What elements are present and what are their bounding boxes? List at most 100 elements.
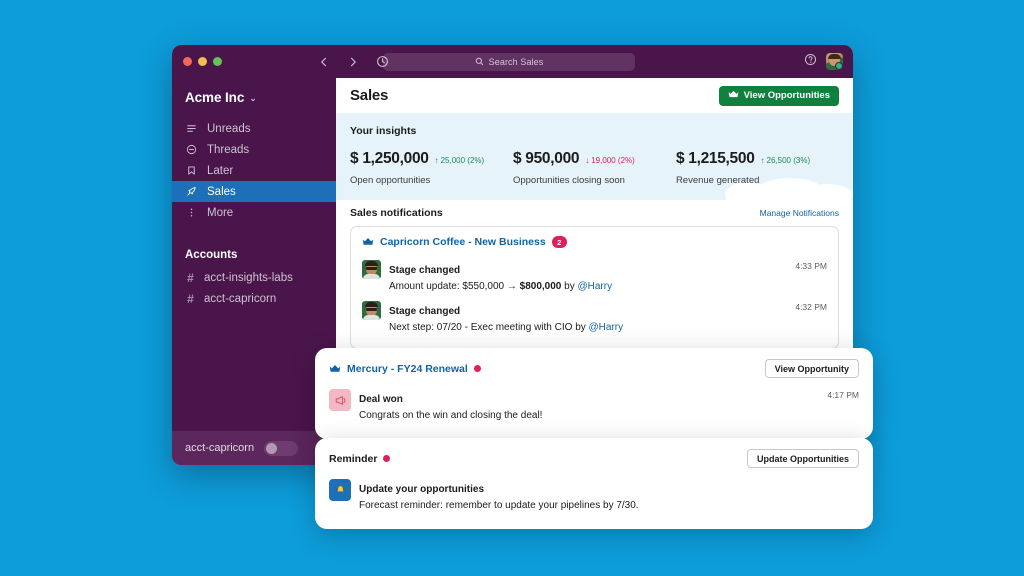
sidebar-item-sales[interactable]: Sales <box>172 181 336 202</box>
hash-icon: # <box>187 291 194 306</box>
metric-delta-value: 19,000 (2%) <box>591 156 635 165</box>
status-dot <box>473 365 481 372</box>
notifications-header: Sales notifications Manage Notifications <box>336 200 853 226</box>
floating-card-mercury: Mercury - FY24 Renewal View Opportunity … <box>315 348 873 439</box>
sidebar-item-label: Later <box>207 164 234 177</box>
metric-delta: ↑ 25,000 (2%) <box>435 156 485 165</box>
insights-panel: Your insights $ 1,250,000 ↑ 25,000 (2%) … <box>336 113 853 200</box>
bell-icon <box>329 479 351 501</box>
floating-card-title: Reminder <box>329 452 378 465</box>
account-label: acct-insights-labs <box>204 271 293 284</box>
metric-amount: $ 1,215,500 <box>675 150 755 167</box>
floating-card-row-title: Deal won <box>359 394 403 405</box>
sidebar-item-more[interactable]: More <box>172 202 336 223</box>
workspace-name: Acme Inc <box>185 89 245 105</box>
metric-label: Revenue generated <box>675 175 760 186</box>
sidebar-item-label: Threads <box>207 143 250 156</box>
sidebar: Acme Inc ⌄ Unreads Threads Later Sales M… <box>172 78 336 465</box>
sidebar-item-label: Unreads <box>207 122 251 135</box>
view-opportunity-button[interactable]: View Opportunity <box>764 359 859 378</box>
sidebar-nav: Unreads Threads Later Sales More <box>172 118 336 223</box>
crown-icon <box>728 90 739 102</box>
sidebar-item-acct-capricorn[interactable]: # acct-capricorn <box>172 288 336 309</box>
metric-amount: $ 1,250,000 <box>350 150 429 167</box>
sidebar-footer-toggle[interactable] <box>264 440 299 456</box>
floating-card-row[interactable]: Deal won Congrats on the win and closing… <box>329 385 859 426</box>
metric-amount: $ 950,000 <box>512 150 580 167</box>
sidebar-item-later[interactable]: Later <box>172 160 336 181</box>
sidebar-item-threads[interactable]: Threads <box>172 139 336 160</box>
floating-card-row-time: 4:17 PM <box>827 390 859 400</box>
sidebar-item-unreads[interactable]: Unreads <box>172 118 336 139</box>
floating-card-header: Reminder Update Opportunities <box>329 449 859 468</box>
workspace-switcher[interactable]: Acme Inc ⌄ <box>172 78 336 116</box>
metric-delta: ↓ 19,000 (2%) <box>585 156 635 165</box>
megaphone-icon <box>329 389 351 411</box>
notification-row-title: Stage changed <box>389 306 461 317</box>
insights-title: Your insights <box>350 125 417 137</box>
notification-card-capricorn: Capricorn Coffee - New Business 2 Stage … <box>350 226 839 349</box>
help-circle-icon[interactable] <box>804 53 817 71</box>
metric-label: Open opportunities <box>350 175 431 186</box>
hash-icon: # <box>187 270 194 285</box>
sidebar-item-label: More <box>207 206 234 219</box>
notification-row-time: 4:33 PM <box>795 261 827 271</box>
navigation-controls <box>318 55 389 68</box>
view-opportunities-label: View Opportunities <box>743 90 830 101</box>
arrow-right-icon[interactable] <box>347 56 359 68</box>
user-mention[interactable]: @Harry <box>578 281 613 292</box>
floating-card-header: Mercury - FY24 Renewal View Opportunity <box>329 359 859 378</box>
status-badge: 2 <box>551 236 567 248</box>
sidebar-item-acct-insights-labs[interactable]: # acct-insights-labs <box>172 267 336 288</box>
arrow-left-icon[interactable] <box>318 56 330 68</box>
metric-delta-value: 25,000 (2%) <box>440 156 485 165</box>
account-label: acct-capricorn <box>204 292 277 305</box>
maximize-window-button[interactable] <box>213 57 222 66</box>
metric-delta: ↑ 26,500 (3%) <box>761 156 811 165</box>
search-input[interactable]: Search Sales <box>383 52 635 71</box>
notification-row-title: Stage changed <box>389 265 461 276</box>
window-titlebar: Search Sales <box>172 45 853 78</box>
insights-metrics: $ 1,250,000 ↑ 25,000 (2%) Open opportuni… <box>350 150 839 186</box>
sidebar-footer-label: acct-capricorn <box>185 442 255 454</box>
manage-notifications-link[interactable]: Manage Notifications <box>760 208 839 218</box>
metric-label: Opportunities closing soon <box>512 175 625 186</box>
page-title: Sales <box>350 87 389 104</box>
traffic-lights <box>172 57 222 66</box>
text-prefix: Amount update: $550,000 → <box>389 281 520 292</box>
rocket-icon <box>185 186 198 197</box>
avatar[interactable] <box>826 53 843 70</box>
crown-icon <box>362 237 374 247</box>
update-opportunities-button[interactable]: Update Opportunities <box>747 449 859 468</box>
text-prefix: Next step: 07/20 - Exec meeting with CIO… <box>389 322 589 333</box>
search-icon <box>475 53 484 71</box>
notifications-title: Sales notifications <box>350 207 443 219</box>
notification-row-text: Next step: 07/20 - Exec meeting with CIO… <box>389 321 787 334</box>
notification-card-title[interactable]: Capricorn Coffee - New Business <box>380 236 546 248</box>
metric-delta-value: 26,500 (3%) <box>766 156 811 165</box>
crown-icon <box>329 364 341 374</box>
floating-card-title[interactable]: Mercury - FY24 Renewal <box>347 363 468 375</box>
user-mention[interactable]: @Harry <box>589 322 624 333</box>
arrow-up-icon: ↑ <box>434 156 439 165</box>
harry-avatar <box>362 260 381 279</box>
text-bold: $800,000 <box>519 281 562 292</box>
floating-card-row-text: Congrats on the win and closing the deal… <box>359 410 543 421</box>
notification-row[interactable]: Stage changed Next step: 07/20 - Exec me… <box>362 297 827 338</box>
text-mid: by <box>561 281 578 292</box>
unreads-icon <box>185 123 198 134</box>
chevron-down-icon: ⌄ <box>249 92 257 103</box>
floating-card-row[interactable]: Update your opportunities Forecast remin… <box>329 475 859 516</box>
notification-row[interactable]: Stage changed Amount update: $550,000 → … <box>362 256 827 297</box>
minimize-window-button[interactable] <box>198 57 207 66</box>
more-vertical-icon <box>185 207 198 218</box>
titlebar-right-controls <box>804 53 843 71</box>
threads-icon <box>185 144 198 155</box>
arrow-down-icon: ↓ <box>585 156 590 165</box>
view-opportunities-button[interactable]: View Opportunities <box>718 85 839 106</box>
floating-card-reminder: Reminder Update Opportunities Update you… <box>315 438 873 529</box>
notification-card-header: Capricorn Coffee - New Business 2 <box>362 236 827 248</box>
close-window-button[interactable] <box>183 57 192 66</box>
bookmark-icon <box>185 165 198 176</box>
arrow-up-icon: ↑ <box>760 156 765 165</box>
